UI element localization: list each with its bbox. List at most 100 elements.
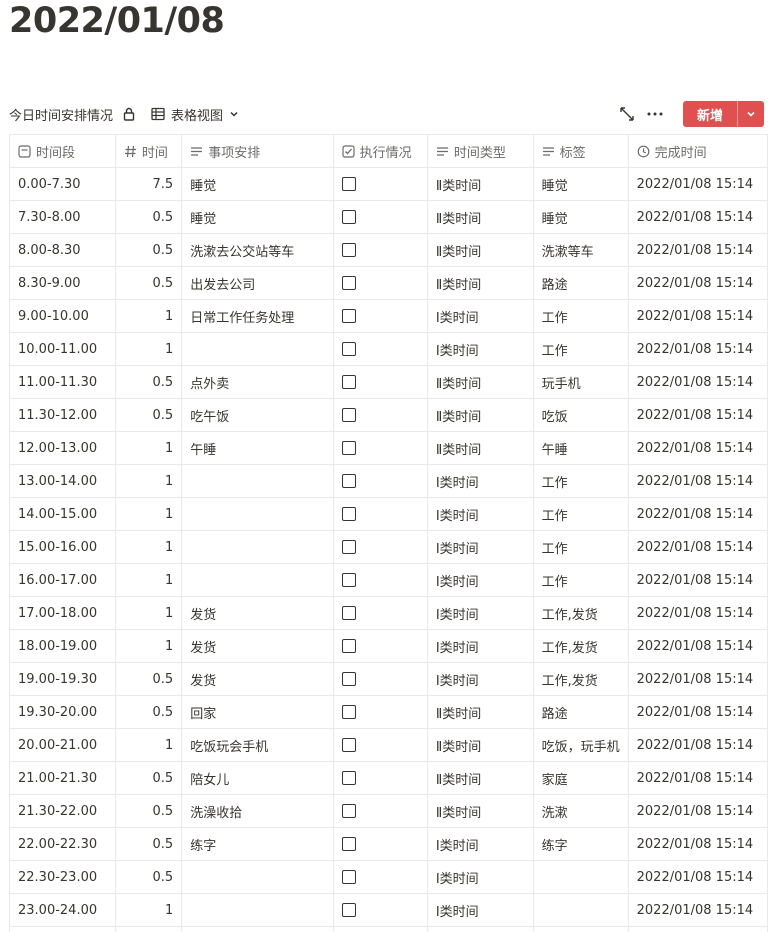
cell-finished[interactable]: 2022/01/08 15:14 xyxy=(627,398,768,432)
cell-tag[interactable]: 工作 xyxy=(532,299,629,333)
cell-period[interactable]: 0.00-7.30 xyxy=(9,167,116,201)
cell-done[interactable] xyxy=(332,167,428,201)
cell-tag[interactable]: 睡觉 xyxy=(532,167,629,201)
cell-period[interactable]: 8.00-8.30 xyxy=(9,233,116,267)
cell-task[interactable]: 吃饭玩会手机 xyxy=(181,728,334,762)
checkbox[interactable] xyxy=(341,474,356,488)
cell-tag[interactable]: 路途 xyxy=(532,266,629,300)
checkbox[interactable] xyxy=(341,771,356,785)
cell-hours[interactable]: 1 xyxy=(114,332,183,366)
cell-task[interactable]: 点外卖 xyxy=(181,365,334,399)
checkbox[interactable] xyxy=(341,804,356,818)
cell-period[interactable]: 15.00-16.00 xyxy=(9,530,116,564)
cell-hours[interactable]: 0.5 xyxy=(114,662,183,696)
table-row[interactable]: 16.00-17.00 1 Ⅰ类时间 工作 2022/01/08 15:14 xyxy=(9,563,768,597)
cell-finished[interactable]: 2022/01/08 15:14 xyxy=(627,233,768,267)
cell-task[interactable]: 日常工作任务处理 xyxy=(181,299,334,333)
cell-hours[interactable]: 0.5 xyxy=(114,200,183,234)
more-icon[interactable] xyxy=(647,106,663,122)
cell-period[interactable]: 7.30-8.00 xyxy=(9,200,116,234)
cell-tag[interactable]: 洗漱等车 xyxy=(532,233,629,267)
checkbox[interactable] xyxy=(341,507,356,521)
cell-type[interactable]: Ⅰ类时间 xyxy=(426,299,534,333)
cell-done[interactable] xyxy=(332,728,428,762)
cell-task[interactable]: 洗漱去公交站等车 xyxy=(181,233,334,267)
cell-hours[interactable]: 0.5 xyxy=(114,233,183,267)
checkbox[interactable] xyxy=(341,540,356,554)
column-header[interactable]: 时间 xyxy=(114,134,183,168)
table-row[interactable]: 11.30-12.00 0.5 吃午饭 Ⅱ类时间 吃饭 2022/01/08 15:14 xyxy=(9,398,768,432)
cell-finished[interactable]: 2022/01/08 15:14 xyxy=(627,431,768,465)
cell-done[interactable] xyxy=(332,860,428,894)
lock-icon[interactable] xyxy=(123,106,137,122)
cell-tag[interactable]: 路途 xyxy=(532,695,629,729)
table-row[interactable]: 21.30-22.00 0.5 洗澡收拾 Ⅱ类时间 洗漱 2022/01/08 15:14 xyxy=(9,794,768,828)
checkbox[interactable] xyxy=(341,210,356,224)
cell-type[interactable]: Ⅰ类时间 xyxy=(426,662,534,696)
checkbox[interactable] xyxy=(341,177,356,191)
table-row[interactable]: 22.00-22.30 0.5 练字 Ⅰ类时间 练字 2022/01/08 15:14 xyxy=(9,827,768,861)
cell-finished[interactable]: 2022/01/08 15:14 xyxy=(627,365,768,399)
cell-type[interactable]: Ⅱ类时间 xyxy=(426,794,534,828)
cell-done[interactable] xyxy=(332,200,428,234)
cell-tag[interactable]: 睡觉 xyxy=(532,200,629,234)
cell-done[interactable] xyxy=(332,662,428,696)
column-header[interactable]: 完成时间 xyxy=(627,134,768,168)
cell-done[interactable] xyxy=(332,827,428,861)
cell-tag[interactable]: 工作 xyxy=(532,497,629,531)
cell-task[interactable]: 午睡 xyxy=(181,431,334,465)
cell-finished[interactable]: 2022/01/08 15:14 xyxy=(627,530,768,564)
cell-finished[interactable]: 2022/01/08 15:14 xyxy=(627,761,768,795)
cell-done[interactable] xyxy=(332,431,428,465)
column-header[interactable]: 时间类型 xyxy=(426,134,534,168)
cell-finished[interactable]: 2022/01/08 15:14 xyxy=(627,893,768,927)
checkbox[interactable] xyxy=(341,276,356,290)
table-row[interactable]: 15.00-16.00 1 Ⅰ类时间 工作 2022/01/08 15:14 xyxy=(9,530,768,564)
cell-period[interactable]: 13.00-14.00 xyxy=(9,464,116,498)
cell-done[interactable] xyxy=(332,794,428,828)
table-row[interactable]: 19.00-19.30 0.5 发货 Ⅰ类时间 工作,发货 2022/01/08 15:1… xyxy=(9,662,768,696)
cell-finished[interactable]: 2022/01/08 15:14 xyxy=(627,497,768,531)
cell-finished[interactable]: 2022/01/08 15:14 xyxy=(627,794,768,828)
cell-type[interactable]: Ⅱ类时间 xyxy=(426,266,534,300)
checkbox[interactable] xyxy=(341,342,356,356)
cell-period[interactable]: 22.00-22.30 xyxy=(9,827,116,861)
cell-period[interactable]: 23.00-24.00 xyxy=(9,893,116,927)
cell-task[interactable] xyxy=(181,563,334,597)
cell-period[interactable]: 22.30-23.00 xyxy=(9,860,116,894)
cell-type[interactable]: Ⅱ类时间 xyxy=(426,761,534,795)
checkbox[interactable] xyxy=(341,309,356,323)
cell-period[interactable]: 9.00-10.00 xyxy=(9,299,116,333)
cell-task[interactable]: 发货 xyxy=(181,662,334,696)
cell-type[interactable]: Ⅱ类时间 xyxy=(426,695,534,729)
cell-task[interactable] xyxy=(181,464,334,498)
cell-type[interactable]: Ⅰ类时间 xyxy=(426,530,534,564)
cell-task[interactable]: 洗澡收拾 xyxy=(181,794,334,828)
cell-hours[interactable]: 7.5 xyxy=(114,167,183,201)
cell-tag[interactable]: 洗漱 xyxy=(532,794,629,828)
cell-type[interactable]: Ⅱ类时间 xyxy=(426,728,534,762)
cell-type[interactable]: Ⅰ类时间 xyxy=(426,827,534,861)
cell-hours[interactable]: 1 xyxy=(114,728,183,762)
checkbox[interactable] xyxy=(341,375,356,389)
checkbox[interactable] xyxy=(341,639,356,653)
cell-task[interactable]: 发货 xyxy=(181,596,334,630)
expand-icon[interactable] xyxy=(619,106,635,122)
cell-tag[interactable]: 工作 xyxy=(532,332,629,366)
cell-hours[interactable]: 1 xyxy=(114,464,183,498)
table-row[interactable]: 12.00-13.00 1 午睡 Ⅱ类时间 午睡 2022/01/08 15:14 xyxy=(9,431,768,465)
cell-hours[interactable]: 0.5 xyxy=(114,827,183,861)
cell-task[interactable]: 睡觉 xyxy=(181,167,334,201)
new-dropdown-button[interactable] xyxy=(738,101,764,127)
cell-period[interactable]: 17.00-18.00 xyxy=(9,596,116,630)
checkbox[interactable] xyxy=(341,870,356,884)
cell-finished[interactable]: 2022/01/08 15:14 xyxy=(627,167,768,201)
table-row[interactable]: 19.30-20.00 0.5 回家 Ⅱ类时间 路途 2022/01/08 15:14 xyxy=(9,695,768,729)
cell-tag[interactable]: 吃饭，玩手机 xyxy=(532,728,629,762)
cell-done[interactable] xyxy=(332,761,428,795)
cell-type[interactable]: Ⅰ类时间 xyxy=(426,563,534,597)
cell-type[interactable]: Ⅰ类时间 xyxy=(426,332,534,366)
cell-done[interactable] xyxy=(332,629,428,663)
database-title[interactable]: 今日时间安排情况 xyxy=(9,105,113,124)
cell-task[interactable] xyxy=(181,332,334,366)
